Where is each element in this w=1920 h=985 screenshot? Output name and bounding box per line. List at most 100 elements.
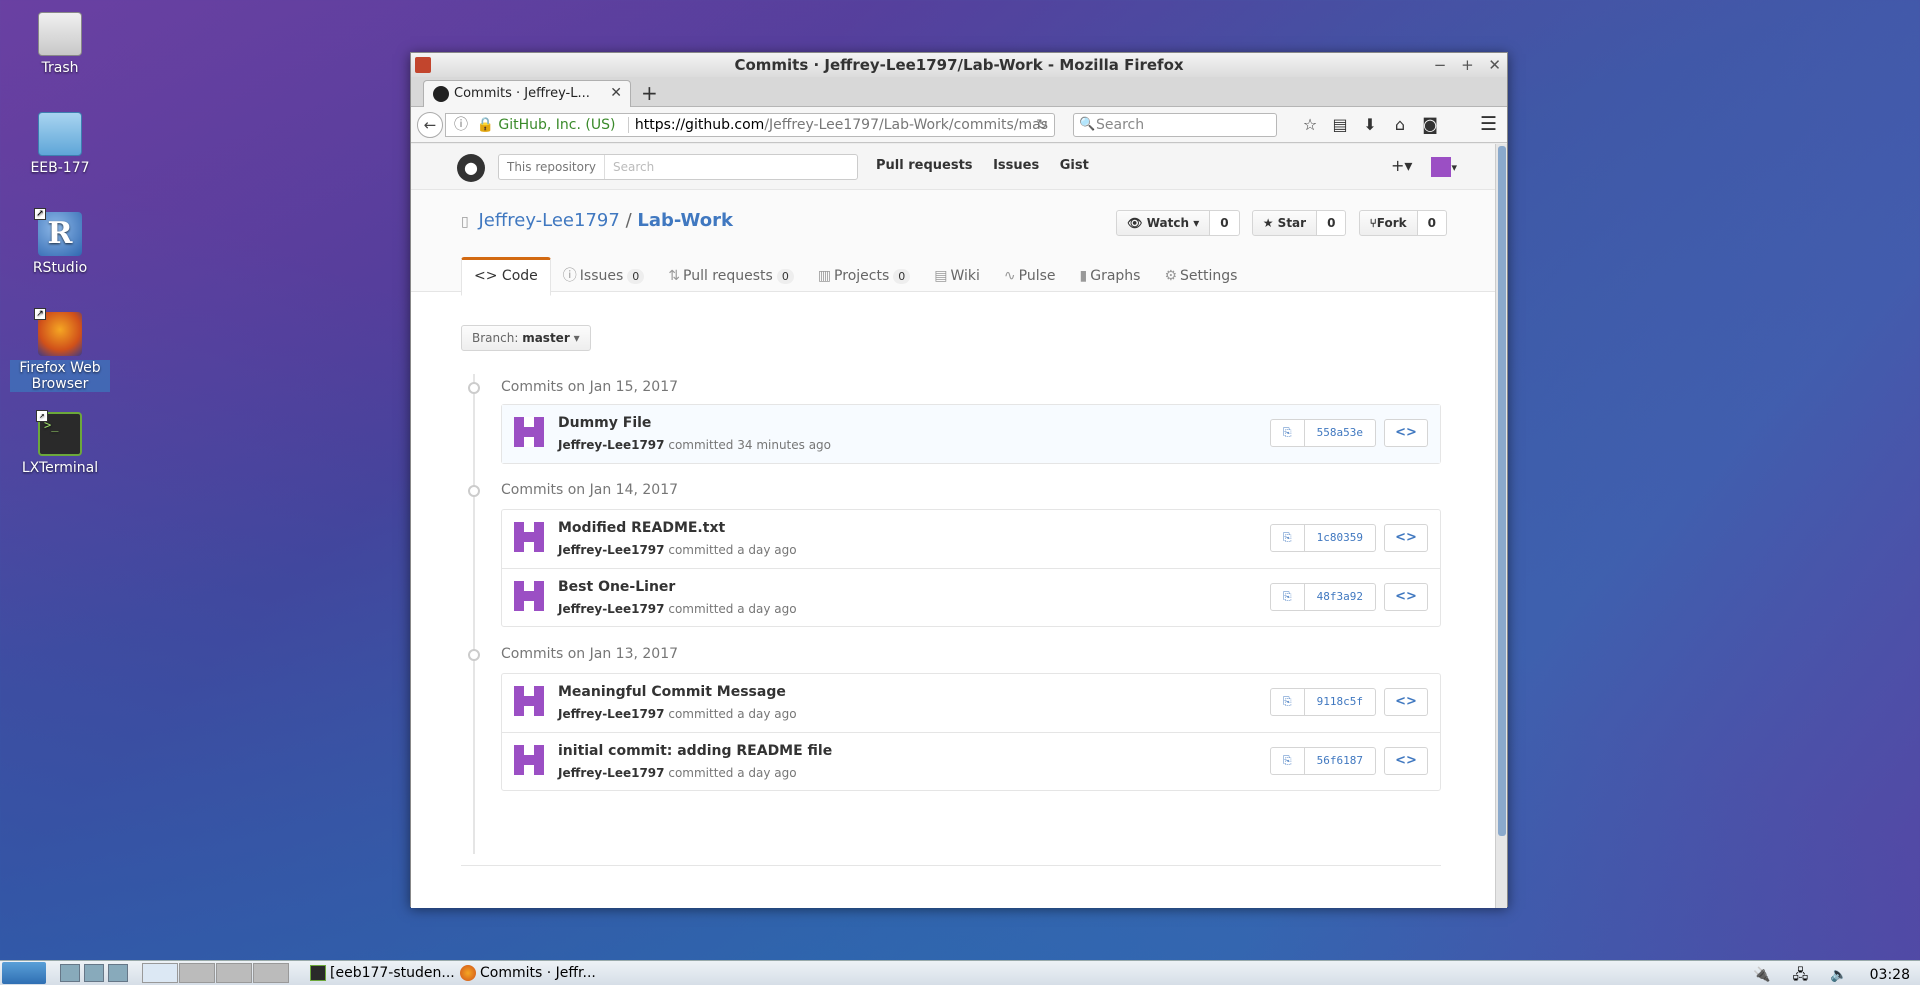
volume-icon[interactable]: 🔈	[1830, 967, 1847, 983]
minimize-icon[interactable]: −	[1434, 56, 1447, 74]
workspace-4[interactable]	[253, 963, 289, 983]
tab-code[interactable]: <> Code	[461, 257, 551, 296]
taskbar-item-terminal[interactable]: [eeb177-studen...	[306, 963, 455, 984]
file-manager-icon[interactable]	[60, 964, 80, 982]
clipboard-icon[interactable]: ⎘	[1271, 420, 1305, 446]
chevron-down-icon[interactable]: ▾	[1451, 161, 1457, 174]
tab-pulse[interactable]: ∿ Pulse	[992, 258, 1068, 295]
desktop-icon-eeb177[interactable]: EEB-177	[10, 112, 110, 176]
commit-row[interactable]: initial commit: adding README file Jeffr…	[502, 732, 1440, 790]
commit-sha-link[interactable]: 9118c5f	[1305, 689, 1375, 715]
tab-pull-requests[interactable]: ⇅ Pull requests 0	[656, 258, 806, 295]
commit-author[interactable]: Jeffrey-Lee1797	[558, 438, 665, 452]
page-scrollbar[interactable]	[1495, 144, 1507, 908]
commit-message-link[interactable]: initial commit: adding README file	[558, 743, 832, 759]
commit-message-link[interactable]: Meaningful Commit Message	[558, 684, 786, 700]
window-titlebar[interactable]: Commits · Jeffrey-Lee1797/Lab-Work - Moz…	[411, 53, 1507, 77]
commit-message-link[interactable]: Dummy File	[558, 415, 651, 431]
scrollbar-thumb[interactable]	[1498, 146, 1506, 836]
commit-row[interactable]: Dummy File Jeffrey-Lee1797 committed 34 …	[502, 405, 1440, 463]
commit-author[interactable]: Jeffrey-Lee1797	[558, 543, 665, 557]
github-logo-icon[interactable]: ●	[457, 154, 485, 182]
browse-code-icon[interactable]: <>	[1384, 747, 1428, 775]
reading-list-icon[interactable]: ▤	[1325, 115, 1355, 134]
workspace-2[interactable]	[179, 963, 215, 983]
tab-close-icon[interactable]: ✕	[610, 85, 622, 101]
network-icon[interactable]: 🖧	[1793, 967, 1809, 983]
user-avatar[interactable]	[1431, 156, 1452, 177]
power-icon[interactable]: 🔌	[1753, 967, 1770, 983]
site-identity[interactable]: GitHub, Inc. (US)	[498, 117, 615, 133]
clipboard-icon[interactable]: ⎘	[1271, 689, 1305, 715]
menu-icon[interactable]: ☰	[1480, 113, 1497, 135]
author-avatar[interactable]	[514, 581, 544, 611]
commit-message-link[interactable]: Best One-Liner	[558, 579, 675, 595]
browser-launch-icon[interactable]	[84, 964, 104, 982]
author-avatar[interactable]	[514, 417, 544, 447]
browse-code-icon[interactable]: <>	[1384, 688, 1428, 716]
desktop-icon-trash[interactable]: Trash	[10, 12, 110, 76]
home-icon[interactable]: ⌂	[1385, 115, 1415, 134]
fork-button[interactable]: ⑂Fork	[1358, 210, 1418, 236]
fork-count[interactable]: 0	[1417, 210, 1447, 236]
clipboard-icon[interactable]: ⎘	[1271, 748, 1305, 774]
clock[interactable]: 03:28	[1870, 967, 1910, 983]
back-arrow-icon[interactable]: ←	[417, 112, 443, 138]
star-button[interactable]: ★ Star	[1251, 210, 1318, 236]
repo-name-link[interactable]: Lab-Work	[637, 210, 733, 231]
commit-sha-link[interactable]: 56f6187	[1305, 748, 1375, 774]
start-menu-icon[interactable]	[2, 962, 46, 984]
pocket-icon[interactable]: ◙	[1415, 115, 1445, 134]
author-avatar[interactable]	[514, 522, 544, 552]
repo-search-input[interactable]: This repository Search	[498, 154, 858, 180]
nav-issues[interactable]: Issues	[993, 158, 1039, 173]
commit-sha-link[interactable]: 48f3a92	[1305, 584, 1375, 610]
nav-gist[interactable]: Gist	[1060, 158, 1089, 173]
desktop-icon-firefox[interactable]: ↗ Firefox Web Browser	[10, 308, 110, 392]
clipboard-icon[interactable]: ⎘	[1271, 584, 1305, 610]
close-icon[interactable]: ✕	[1488, 56, 1501, 74]
workspace-1[interactable]	[142, 963, 178, 983]
commit-sha-link[interactable]: 1c80359	[1305, 525, 1375, 551]
tab-commits[interactable]: Commits · Jeffrey-L... ✕	[423, 80, 631, 107]
commit-row[interactable]: Meaningful Commit Message Jeffrey-Lee179…	[502, 674, 1440, 732]
browser-search-input[interactable]: 🔍 Search	[1073, 113, 1277, 137]
window-icon[interactable]	[108, 964, 128, 982]
watch-count[interactable]: 0	[1210, 210, 1240, 236]
commit-row[interactable]: Best One-Liner Jeffrey-Lee1797 committed…	[502, 568, 1440, 626]
commit-row[interactable]: Modified README.txt Jeffrey-Lee1797 comm…	[502, 510, 1440, 568]
url-bar[interactable]: ⓘ 🔒 GitHub, Inc. (US) https://github.com…	[445, 113, 1055, 137]
star-count[interactable]: 0	[1317, 210, 1347, 236]
author-avatar[interactable]	[514, 745, 544, 775]
browse-code-icon[interactable]: <>	[1384, 419, 1428, 447]
reload-icon[interactable]: ↻	[1036, 114, 1048, 136]
commit-message-link[interactable]: Modified README.txt	[558, 520, 725, 536]
taskbar-item-firefox[interactable]: Commits · Jeffr...	[456, 963, 596, 984]
watch-button[interactable]: 👁 Watch ▾	[1116, 210, 1211, 236]
nav-pull-requests[interactable]: Pull requests	[876, 158, 973, 173]
clipboard-icon[interactable]: ⎘	[1271, 525, 1305, 551]
commit-author[interactable]: Jeffrey-Lee1797	[558, 602, 665, 616]
commit-author[interactable]: Jeffrey-Lee1797	[558, 707, 665, 721]
bookmark-star-icon[interactable]: ☆	[1295, 115, 1325, 134]
repo-owner-link[interactable]: Jeffrey-Lee1797	[478, 210, 619, 231]
downloads-icon[interactable]: ⬇	[1355, 115, 1385, 134]
desktop-icon-lxterminal[interactable]: >_ ↗ LXTerminal	[10, 410, 110, 476]
workspace-3[interactable]	[216, 963, 252, 983]
tab-settings[interactable]: ⚙ Settings	[1152, 258, 1249, 295]
tab-wiki[interactable]: ▤ Wiki	[922, 258, 992, 295]
commit-sha-link[interactable]: 558a53e	[1305, 420, 1375, 446]
new-tab-icon[interactable]: +	[641, 81, 658, 105]
info-icon[interactable]: ⓘ	[454, 117, 468, 133]
plus-dropdown-icon[interactable]: +▾	[1391, 156, 1412, 175]
author-avatar[interactable]	[514, 686, 544, 716]
tab-projects[interactable]: ▥ Projects 0	[806, 258, 922, 295]
browse-code-icon[interactable]: <>	[1384, 583, 1428, 611]
branch-select-button[interactable]: Branch: master ▾	[461, 325, 591, 351]
desktop-icon-rstudio[interactable]: R ↗ RStudio	[10, 208, 110, 276]
commit-author[interactable]: Jeffrey-Lee1797	[558, 766, 665, 780]
browse-code-icon[interactable]: <>	[1384, 524, 1428, 552]
maximize-icon[interactable]: +	[1461, 56, 1474, 74]
tab-issues[interactable]: ⓘ Issues 0	[551, 255, 657, 296]
tab-graphs[interactable]: ▮ Graphs	[1068, 258, 1153, 295]
